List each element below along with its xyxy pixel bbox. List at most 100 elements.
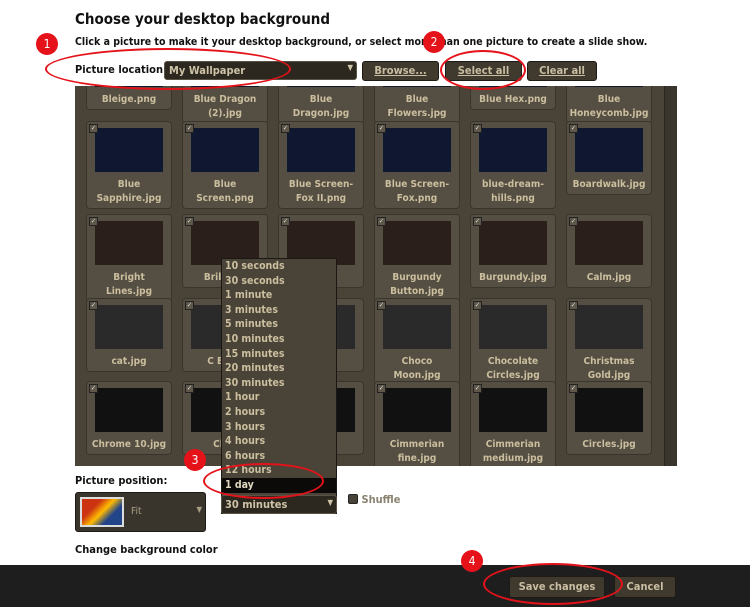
checkbox-icon[interactable]: ✓ [473,384,482,393]
checkbox-icon[interactable]: ✓ [185,301,194,310]
wallpaper-tile[interactable]: ✓ Bright Lines.jpg [86,214,172,302]
wallpaper-tile[interactable]: ✓ Burgundy.jpg [470,214,556,288]
checkbox-icon[interactable]: ✓ [569,301,578,310]
wallpaper-name: Boardwalk.jpg [572,179,646,190]
annotation-number: 1 [36,33,58,55]
interval-option[interactable]: 3 hours [222,420,336,435]
wallpaper-name: Bleige.png [101,94,157,105]
interval-option[interactable]: 10 minutes [222,332,336,347]
wallpaper-tile[interactable]: ✓ Christmas Gold.jpg [566,298,652,386]
interval-option[interactable]: 30 seconds [222,274,336,289]
interval-option[interactable]: 1 hour [222,390,336,405]
wallpaper-tile[interactable]: ✓ Circles.jpg [566,381,652,455]
wallpaper-name: Chocolate Circles.jpg [486,356,540,381]
wallpaper-tile[interactable]: ✓ Blue Screen-Fox.png [374,121,460,209]
checkbox-icon[interactable]: ✓ [185,124,194,133]
picture-position-label: Picture position: [75,474,168,487]
wallpaper-thumbnail [479,128,547,172]
wallpaper-thumbnail [575,221,643,265]
annotation-ellipse [483,563,623,605]
picture-position-select[interactable]: Fit ▼ [75,492,206,532]
interval-option[interactable]: 1 minute [222,288,336,303]
checkbox-icon[interactable]: ✓ [473,124,482,133]
chevron-down-icon: ▼ [347,63,353,72]
checkbox-icon[interactable]: ✓ [569,384,578,393]
interval-option[interactable]: 6 hours [222,449,336,464]
checkbox-icon[interactable]: ✓ [281,217,290,226]
wallpaper-thumbnail [479,388,547,432]
checkbox-icon[interactable]: ✓ [473,301,482,310]
shuffle-checkbox[interactable]: Shuffle [348,493,400,506]
wallpaper-tile[interactable]: ✓ Boardwalk.jpg [566,121,652,195]
wallpaper-name: Blue Dragon (2).jpg [193,94,257,119]
interval-option[interactable]: 4 hours [222,434,336,449]
wallpaper-tile[interactable]: ✓ Chrome 10.jpg [86,381,172,455]
interval-option[interactable]: 5 minutes [222,317,336,332]
interval-value: 30 minutes [225,498,288,511]
wallpaper-tile[interactable]: ✓ Cimmerian medium.jpg [470,381,556,466]
checkbox-icon[interactable]: ✓ [569,217,578,226]
interval-option[interactable]: 10 seconds [222,259,336,274]
checkbox-icon[interactable]: ✓ [89,384,98,393]
wallpaper-name: Chrome 10.jpg [91,439,167,450]
wallpaper-tile[interactable]: ✓ Cimmerian fine.jpg [374,381,460,466]
wallpaper-name: Circles.jpg [582,439,636,450]
footer-bar: Save changes Cancel [0,565,750,607]
checkbox-icon[interactable]: ✓ [377,384,386,393]
checkbox-icon[interactable]: ✓ [89,301,98,310]
wallpaper-name: Blue Screen-Fox.png [384,179,450,204]
annotation-number: 2 [423,31,445,53]
wallpaper-tile[interactable]: ✓ Choco Moon.jpg [374,298,460,386]
wallpaper-thumbnail [95,388,163,432]
browse-button[interactable]: Browse... [362,61,439,81]
wallpaper-name: Christmas Gold.jpg [583,356,635,381]
wallpaper-tile[interactable]: ✓Blue Dragon (2).jpg [182,86,268,124]
checkbox-icon[interactable]: ✓ [281,124,290,133]
wallpaper-thumbnail [575,86,643,87]
wallpaper-name: Blue Hex.png [479,94,547,105]
checkbox-icon[interactable]: ✓ [377,217,386,226]
scrollbar[interactable] [664,86,677,466]
checkbox-icon[interactable]: ✓ [377,301,386,310]
clear-all-button[interactable]: Clear all [527,61,597,81]
wallpaper-tile[interactable]: ✓Blue Dragon.jpg [278,86,364,124]
wallpaper-tile[interactable]: ✓ Blue Screen.png [182,121,268,209]
wallpaper-tile[interactable]: ✓ Burgundy Button.jpg [374,214,460,302]
wallpaper-tile[interactable]: ✓Blue Flowers.jpg [374,86,460,124]
wallpaper-name: Cimmerian fine.jpg [389,439,445,464]
wallpaper-tile[interactable]: ✓ Blue Sapphire.jpg [86,121,172,209]
change-background-color-link[interactable]: Change background color [75,543,218,556]
wallpaper-name: Blue Screen-Fox II.png [288,179,354,204]
wallpaper-name: Blue Flowers.jpg [387,94,447,119]
checkbox-icon[interactable]: ✓ [185,217,194,226]
checkbox-icon[interactable]: ✓ [89,217,98,226]
wallpaper-tile[interactable]: ✓ Chocolate Circles.jpg [470,298,556,386]
wallpaper-thumbnail [383,221,451,265]
wallpaper-tile[interactable]: ✓ blue-dream-hills.png [470,121,556,209]
interval-option[interactable]: 2 hours [222,405,336,420]
picture-position-preview [80,497,124,527]
wallpaper-thumbnail [479,221,547,265]
wallpaper-thumbnail [575,388,643,432]
checkbox-icon[interactable]: ✓ [569,124,578,133]
cancel-button[interactable]: Cancel [614,576,676,598]
interval-option[interactable]: 30 minutes [222,376,336,391]
checkbox-icon[interactable]: ✓ [377,124,386,133]
interval-option[interactable]: 15 minutes [222,347,336,362]
checkbox-icon[interactable]: ✓ [473,217,482,226]
annotation-ellipse [203,463,324,499]
interval-option[interactable]: 20 minutes [222,361,336,376]
wallpaper-thumbnail [95,221,163,265]
checkbox-icon[interactable]: ✓ [89,124,98,133]
wallpaper-thumbnail [383,86,451,87]
wallpaper-tile[interactable]: ✓Blue Honeycomb.jpg [566,86,652,124]
wallpaper-name: cat.jpg [111,356,147,367]
shuffle-label: Shuffle [361,493,401,506]
wallpaper-tile[interactable]: ✓ Blue Screen-Fox II.png [278,121,364,209]
wallpaper-name: Burgundy.jpg [479,272,547,283]
wallpaper-tile[interactable]: ✓ cat.jpg [86,298,172,372]
wallpaper-tile[interactable]: ✓ Calm.jpg [566,214,652,288]
checkbox-icon[interactable]: ✓ [185,384,194,393]
interval-option[interactable]: 3 minutes [222,303,336,318]
picture-position-value: Fit [131,506,142,517]
